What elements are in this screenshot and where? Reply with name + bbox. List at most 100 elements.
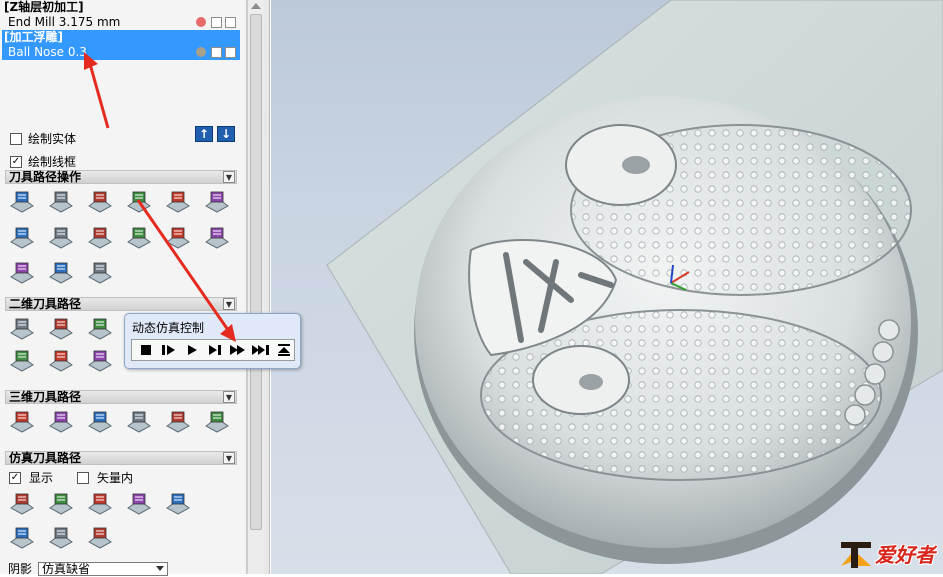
shading-value: 仿真缺省 [42, 561, 91, 576]
step-forward-button[interactable] [205, 341, 225, 359]
machine-check-icon[interactable] [203, 408, 231, 434]
drill-2d-icon[interactable] [86, 315, 114, 341]
toolpath-panel: [Z轴层初加工] End Mill 3.175 mm [加工浮雕] Ball N… [0, 0, 247, 577]
finishing-toolpath-icon[interactable] [47, 188, 75, 214]
sim-paint-icon[interactable] [164, 490, 192, 516]
tree-item-ball-nose[interactable]: Ball Nose 0.3 [2, 45, 240, 60]
3d-viewport[interactable]: 爱好者 [271, 0, 943, 574]
sim-control-popup: 动态仿真控制 [124, 313, 301, 369]
step-forward-icon [209, 345, 221, 355]
vector-inside-label: 矢量内 [97, 471, 134, 485]
profile-2d-icon[interactable] [8, 315, 36, 341]
vector-inside-checkbox[interactable] [77, 471, 90, 484]
stop-icon [141, 345, 151, 355]
collapse-icon[interactable]: ▼ [223, 298, 235, 310]
section-toolpath-ops[interactable]: 刀具路径操作 ▼ [5, 170, 237, 184]
pocket-toolpath-icon[interactable] [125, 188, 153, 214]
inlay-toolpath-icon[interactable] [86, 224, 114, 250]
shading-label: 阴影 [8, 562, 33, 576]
show-checkbox[interactable]: ✓ [9, 471, 21, 484]
sim-export-icon[interactable] [86, 524, 114, 550]
visibility-checkbox[interactable] [211, 17, 222, 28]
section-3d-toolpaths[interactable]: 三维刀具路径 ▼ [5, 390, 237, 404]
section-title: 三维刀具路径 [9, 390, 82, 404]
eject-button[interactable] [274, 341, 294, 359]
draw-solid-checkbox[interactable] [10, 132, 22, 145]
chevron-down-icon [156, 565, 165, 571]
fast-forward-icon [230, 345, 245, 355]
section-title: 刀具路径操作 [9, 170, 82, 184]
tree-item-end-mill[interactable]: End Mill 3.175 mm [2, 15, 240, 30]
sim-load-icon[interactable] [47, 524, 75, 550]
section-2d-toolpaths[interactable]: 二维刀具路径 ▼ [5, 297, 237, 311]
texture-toolpath-icon[interactable] [125, 224, 153, 250]
sim-options: ✓ 显示 矢量内 [9, 469, 133, 486]
sim-selected-icon[interactable] [47, 490, 75, 516]
scroll-thumb[interactable] [250, 14, 262, 530]
merge-toolpath-icon[interactable] [203, 224, 231, 250]
section-title: 二维刀具路径 [9, 297, 82, 311]
move-down-button[interactable]: ↓ [217, 126, 235, 142]
watermark-logo: 爱好者 [839, 536, 935, 570]
section-title: 仿真刀具路径 [9, 451, 82, 465]
sim-reset-icon[interactable] [86, 490, 114, 516]
roughing-toolpath-icon[interactable] [8, 188, 36, 214]
tree-group-z-level-roughing[interactable]: [Z轴层初加工] [2, 0, 240, 15]
skip-end-button[interactable] [251, 341, 271, 359]
section-sim-toolpaths[interactable]: 仿真刀具路径 ▼ [5, 451, 237, 465]
shading-row: 阴影 仿真缺省 [8, 560, 169, 577]
sim-save-icon[interactable] [8, 524, 36, 550]
draw-wireframe-option[interactable]: ✓ 绘制线框 [10, 153, 76, 170]
toolpath-summary-icon[interactable] [47, 259, 75, 285]
tree-item-label: End Mill 3.175 mm [8, 15, 121, 29]
pocket-2d-icon[interactable] [47, 315, 75, 341]
splitter[interactable] [264, 0, 270, 574]
drill-toolpath-icon[interactable] [164, 188, 192, 214]
draw-wireframe-label: 绘制线框 [28, 155, 77, 169]
moulding-3d-icon[interactable] [164, 408, 192, 434]
wrap-2d-icon[interactable] [8, 347, 36, 373]
profile-toolpath-icon[interactable] [86, 188, 114, 214]
shading-select[interactable]: 仿真缺省 [38, 561, 169, 576]
sim-solid-icon[interactable] [125, 490, 153, 516]
save-toolpath-icon[interactable] [8, 259, 36, 285]
fast-forward-button[interactable] [228, 341, 248, 359]
show-label: 显示 [29, 471, 54, 485]
draw-solid-option[interactable]: 绘制实体 [10, 130, 76, 147]
fluting-toolpath-icon[interactable] [47, 224, 75, 250]
tree-item-label: Ball Nose 0.3 [8, 45, 87, 59]
logo-icon [841, 542, 871, 568]
setup-sheet-icon[interactable] [86, 259, 114, 285]
rough-finish-3d-icon[interactable] [86, 408, 114, 434]
calculate-checkbox[interactable] [225, 17, 236, 28]
play-icon [188, 345, 197, 355]
toolpath-color-icon[interactable] [196, 47, 206, 57]
sim-control-bar [131, 339, 295, 361]
scroll-up-icon[interactable] [251, 3, 261, 9]
tree-group-machine-relief[interactable]: [加工浮雕] [2, 30, 240, 45]
collapse-icon[interactable]: ▼ [223, 452, 235, 464]
vector-texture-icon[interactable] [86, 347, 114, 373]
toolpath-template-icon[interactable] [203, 188, 231, 214]
stop-button[interactable] [136, 341, 156, 359]
collapse-icon[interactable]: ▼ [223, 391, 235, 403]
visibility-checkbox[interactable] [211, 47, 222, 58]
collapse-icon[interactable]: ▼ [223, 171, 235, 183]
finish-3d-icon[interactable] [47, 408, 75, 434]
chamfer-2d-icon[interactable] [47, 347, 75, 373]
play-button[interactable] [182, 341, 202, 359]
move-up-button[interactable]: ↑ [195, 126, 213, 142]
step-play-button[interactable] [159, 341, 179, 359]
panel-scrollbar[interactable] [247, 0, 264, 574]
eject-icon [278, 344, 290, 356]
sim-all-icon[interactable] [8, 490, 36, 516]
toolpath-color-icon[interactable] [196, 17, 206, 27]
vcarve-toolpath-icon[interactable] [8, 224, 36, 250]
project-3d-icon[interactable] [125, 408, 153, 434]
draw-wireframe-checkbox[interactable]: ✓ [10, 155, 22, 168]
watermark-text: 爱好者 [875, 542, 935, 567]
calculate-checkbox[interactable] [225, 47, 236, 58]
skip-end-icon [252, 345, 269, 355]
prism-toolpath-icon[interactable] [164, 224, 192, 250]
rough-3d-icon[interactable] [8, 408, 36, 434]
